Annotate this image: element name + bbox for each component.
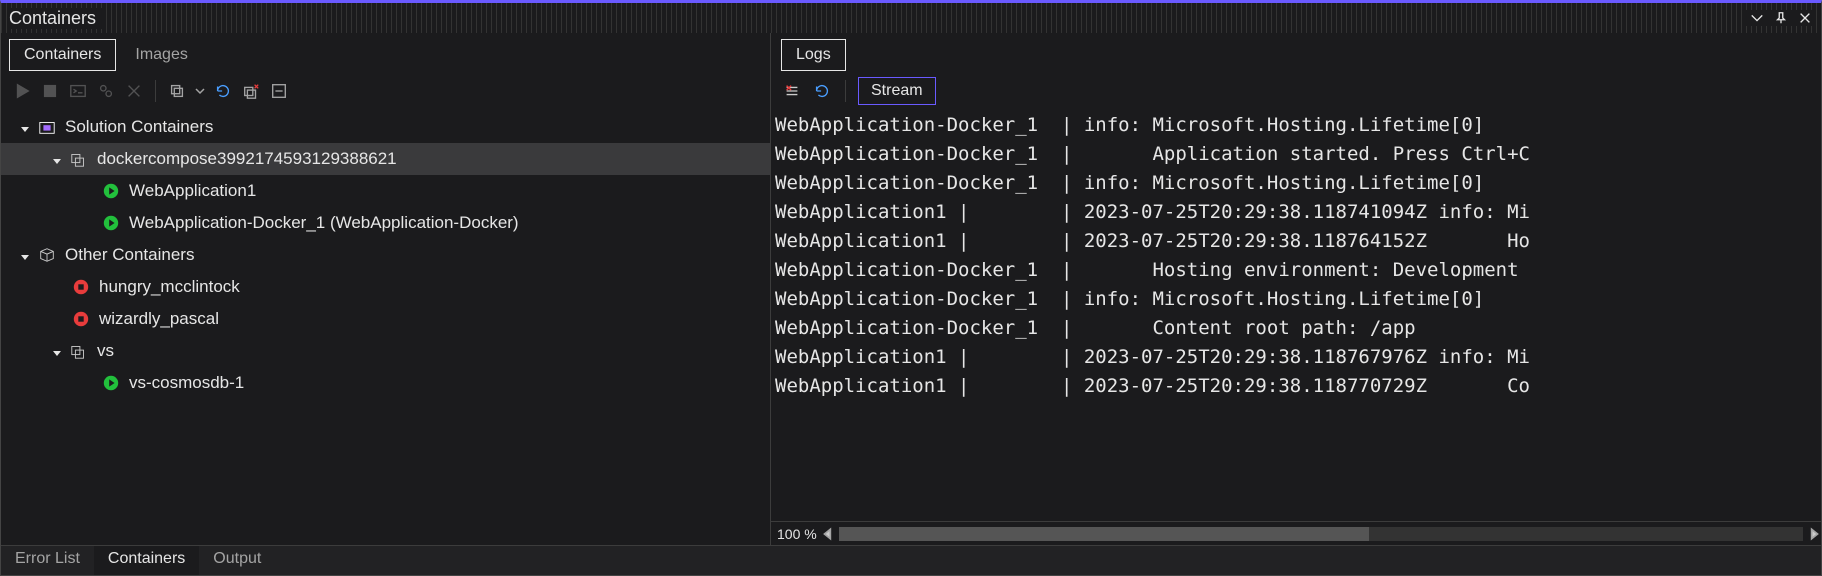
running-icon: [101, 213, 121, 233]
scroll-left-icon[interactable]: [821, 523, 835, 545]
collapse-icon[interactable]: [268, 80, 290, 102]
tab-images[interactable]: Images: [120, 39, 202, 71]
container-label: wizardly_pascal: [99, 309, 219, 329]
solution-icon: [37, 117, 57, 137]
solution-group[interactable]: Solution Containers: [1, 111, 770, 143]
container-label: WebApplication1: [129, 181, 256, 201]
btab-errorlist[interactable]: Error List: [1, 546, 94, 575]
panel-header: Containers: [1, 3, 1821, 33]
stopped-icon: [71, 277, 91, 297]
clear-icon[interactable]: [781, 80, 803, 102]
vs-group[interactable]: vs: [1, 335, 770, 367]
settings-icon: [95, 80, 117, 102]
solution-label: Solution Containers: [65, 117, 213, 137]
other-group[interactable]: Other Containers: [1, 239, 770, 271]
container-label: hungry_mcclintock: [99, 277, 240, 297]
scroll-right-icon[interactable]: [1807, 523, 1821, 545]
terminal-icon: [67, 80, 89, 102]
copy-icon[interactable]: [166, 80, 188, 102]
expand-icon[interactable]: [19, 120, 33, 134]
container-tree[interactable]: Solution Containers dockercompose3992174…: [1, 111, 770, 545]
container-item[interactable]: hungry_mcclintock: [1, 271, 770, 303]
btab-output[interactable]: Output: [199, 546, 275, 575]
remove-container-icon[interactable]: [240, 80, 262, 102]
compose-group[interactable]: dockercompose3992174593129388621: [1, 143, 770, 175]
right-tabs: Logs: [771, 33, 1821, 71]
compose-icon: [69, 341, 89, 361]
chevron-down-icon[interactable]: [194, 80, 206, 102]
compose-label: dockercompose3992174593129388621: [97, 149, 397, 169]
tab-containers[interactable]: Containers: [9, 39, 116, 71]
panel-title: Containers: [9, 8, 102, 29]
refresh-icon[interactable]: [212, 80, 234, 102]
vs-label: vs: [97, 341, 114, 361]
container-item[interactable]: WebApplication-Docker_1 (WebApplication-…: [1, 207, 770, 239]
container-item[interactable]: WebApplication1: [1, 175, 770, 207]
pin-icon[interactable]: [1773, 10, 1789, 26]
window-menu-icon[interactable]: [1749, 10, 1765, 26]
btab-containers[interactable]: Containers: [94, 546, 199, 575]
separator: [845, 80, 846, 102]
delete-icon: [123, 80, 145, 102]
left-tabs: Containers Images: [1, 33, 770, 71]
running-icon: [101, 373, 121, 393]
running-icon: [101, 181, 121, 201]
expand-icon[interactable]: [51, 344, 65, 358]
expand-icon[interactable]: [19, 248, 33, 262]
tab-logs[interactable]: Logs: [781, 39, 846, 71]
stream-button[interactable]: Stream: [858, 77, 936, 105]
compose-icon: [69, 149, 89, 169]
stop-icon: [39, 80, 61, 102]
log-output[interactable]: WebApplication-Docker_1 | info: Microsof…: [771, 111, 1821, 521]
container-item[interactable]: wizardly_pascal: [1, 303, 770, 335]
expand-icon[interactable]: [51, 152, 65, 166]
zoom-bar: 100 %: [771, 521, 1821, 545]
stopped-icon: [71, 309, 91, 329]
container-label: vs-cosmosdb-1: [129, 373, 244, 393]
container-group-icon: [37, 245, 57, 265]
bottom-tabs: Error List Containers Output: [1, 545, 1821, 575]
container-item[interactable]: vs-cosmosdb-1: [1, 367, 770, 399]
start-icon: [11, 80, 33, 102]
left-toolbar: [1, 71, 770, 111]
h-scrollbar[interactable]: [839, 527, 1803, 541]
container-label: WebApplication-Docker_1 (WebApplication-…: [129, 213, 519, 233]
other-label: Other Containers: [65, 245, 194, 265]
separator: [155, 80, 156, 102]
zoom-label: 100 %: [777, 526, 817, 542]
close-icon[interactable]: [1797, 10, 1813, 26]
logs-toolbar: Stream: [771, 71, 1821, 111]
refresh-logs-icon[interactable]: [811, 80, 833, 102]
